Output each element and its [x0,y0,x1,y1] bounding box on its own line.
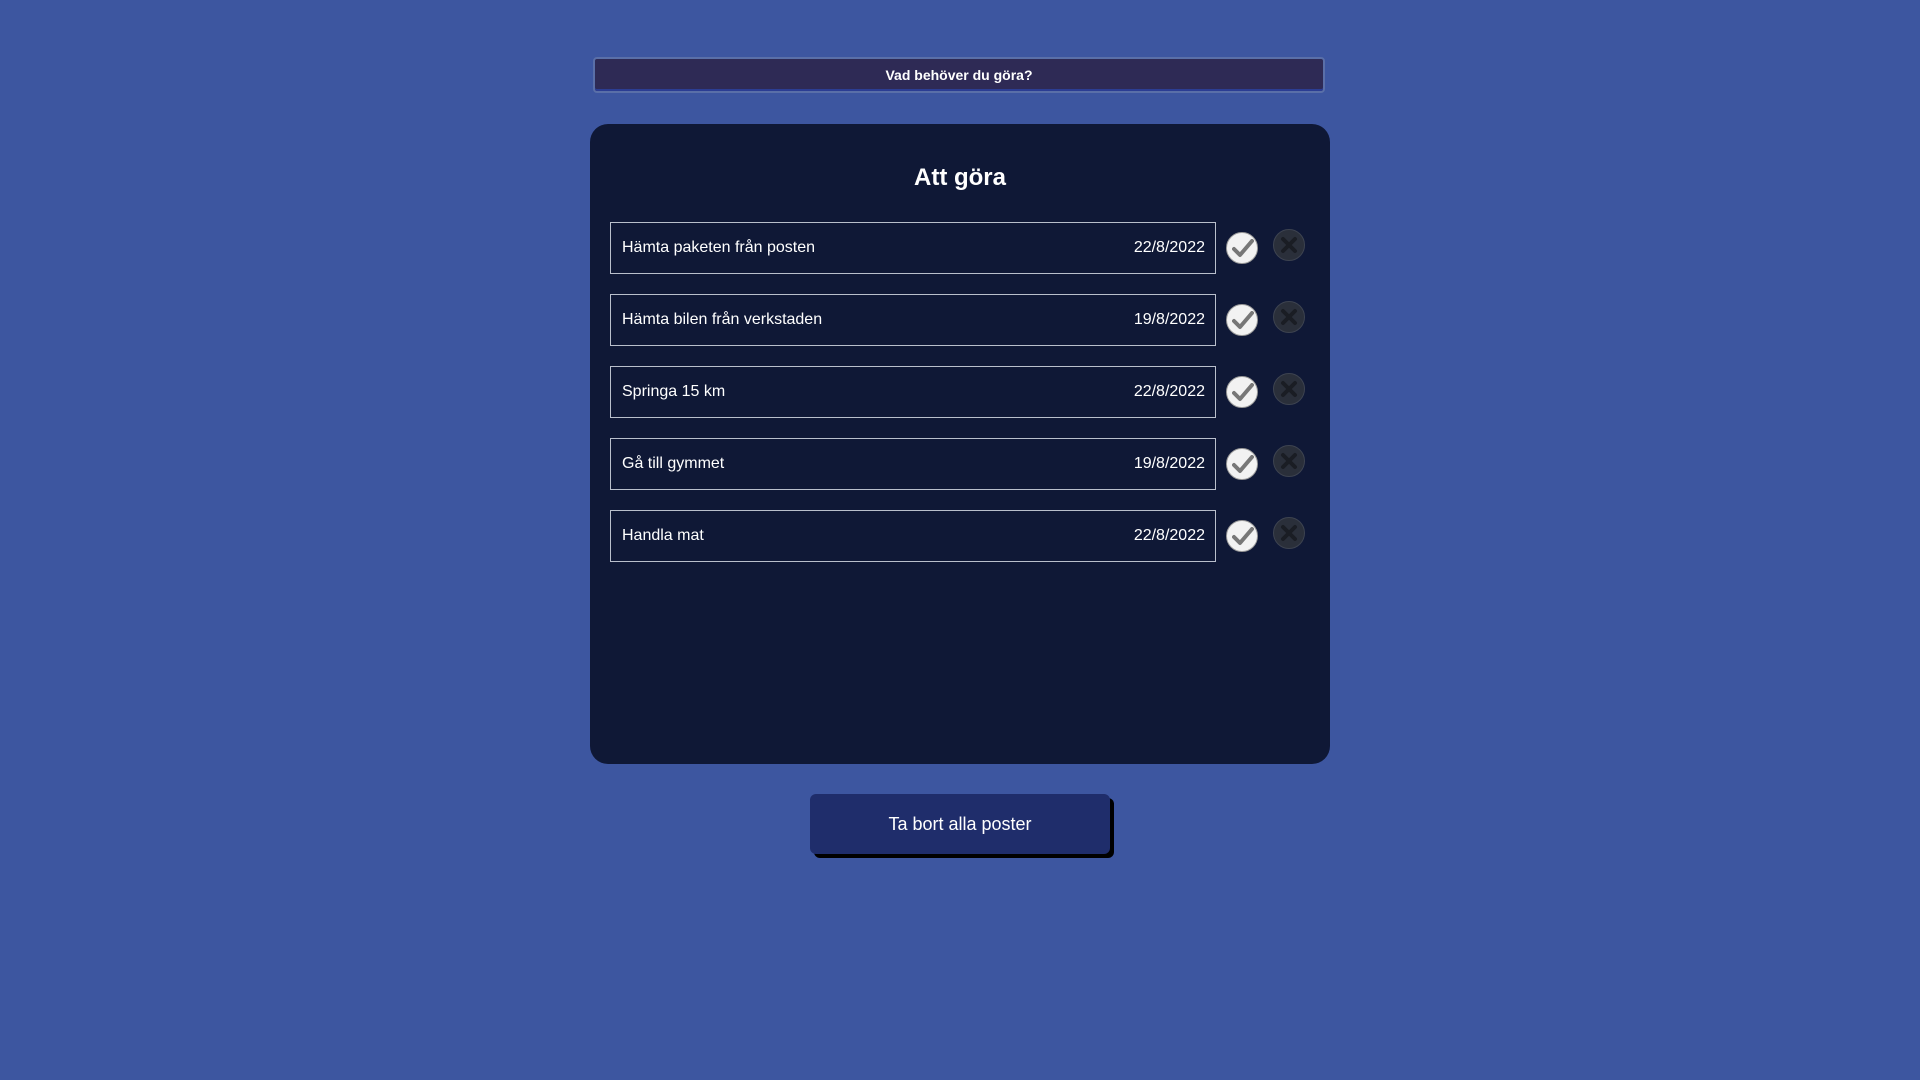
task-text: Handla mat [622,527,704,544]
clear-all-button[interactable]: Ta bort alla poster [810,794,1110,854]
task-item[interactable]: Gå till gymmet 19/8/2022 [610,438,1216,490]
check-icon [1232,383,1254,401]
task-row: Gå till gymmet 19/8/2022 [610,438,1310,490]
close-icon [1281,309,1297,325]
close-icon [1281,237,1297,253]
todo-panel: Att göra Hämta paketen från posten 22/8/… [590,124,1330,764]
task-date: 19/8/2022 [1133,311,1205,328]
complete-task-button[interactable] [1226,304,1258,336]
complete-task-button[interactable] [1226,232,1258,264]
task-item[interactable]: Hämta bilen från verkstaden 19/8/2022 [610,294,1216,346]
complete-task-button[interactable] [1226,448,1258,480]
close-icon [1281,525,1297,541]
new-task-input[interactable] [593,57,1325,93]
close-icon [1281,453,1297,469]
check-icon [1232,311,1254,329]
task-item[interactable]: Springa 15 km 22/8/2022 [610,366,1216,418]
complete-task-button[interactable] [1226,520,1258,552]
task-row: Handla mat 22/8/2022 [610,510,1310,562]
task-row: Springa 15 km 22/8/2022 [610,366,1310,418]
remove-task-button[interactable] [1273,229,1305,261]
task-text: Springa 15 km [622,383,726,400]
task-text: Hämta paketen från posten [622,239,816,256]
check-icon [1232,455,1254,473]
task-row: Hämta bilen från verkstaden 19/8/2022 [610,294,1310,346]
task-date: 22/8/2022 [1133,383,1205,400]
remove-task-button[interactable] [1273,301,1305,333]
complete-task-button[interactable] [1226,376,1258,408]
task-item[interactable]: Handla mat 22/8/2022 [610,510,1216,562]
check-icon [1232,527,1254,545]
task-date: 19/8/2022 [1133,455,1205,472]
remove-task-button[interactable] [1273,517,1305,549]
new-task-input-wrapper [593,57,1325,93]
task-date: 22/8/2022 [1133,239,1205,256]
task-item[interactable]: Hämta paketen från posten 22/8/2022 [610,222,1216,274]
task-text: Gå till gymmet [622,455,725,472]
task-text: Hämta bilen från verkstaden [622,311,823,328]
check-icon [1232,239,1254,257]
remove-task-button[interactable] [1273,445,1305,477]
panel-title: Att göra [914,164,1006,191]
close-icon [1281,381,1297,397]
remove-task-button[interactable] [1273,373,1305,405]
task-list: Hämta paketen från posten 22/8/2022 Hämt… [610,222,1310,582]
task-date: 22/8/2022 [1133,527,1205,544]
task-row: Hämta paketen från posten 22/8/2022 [610,222,1310,274]
